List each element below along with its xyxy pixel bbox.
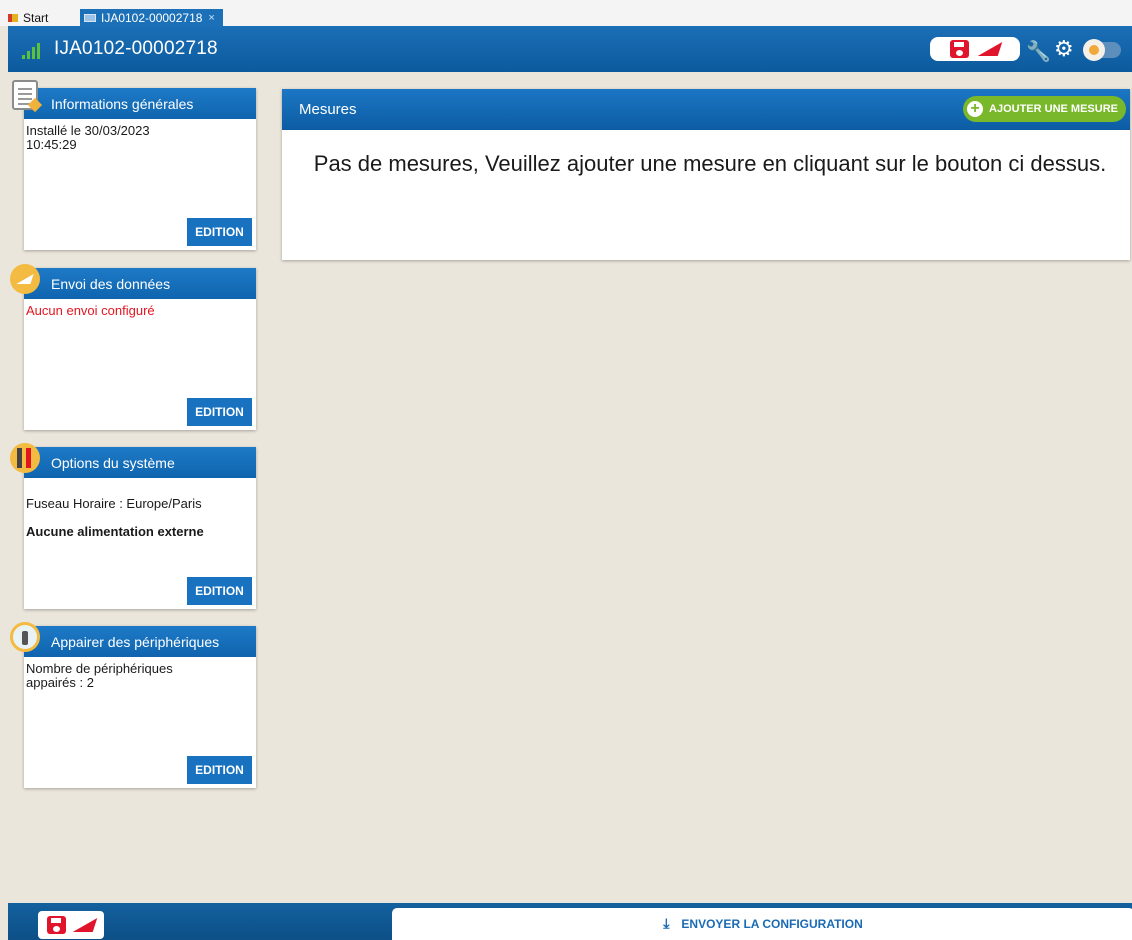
close-icon[interactable]: ×	[208, 12, 214, 24]
send-icon[interactable]	[979, 40, 1001, 58]
tab-device[interactable]: IJA0102-00002718 ×	[80, 9, 223, 26]
paired-count-text: Nombre de périphériques appairés : 2	[26, 661, 173, 690]
measures-title: Mesures	[299, 101, 357, 118]
footer-actions	[38, 911, 104, 939]
edit-button-general[interactable]: EDITION	[187, 218, 252, 246]
card-title: Informations générales	[24, 88, 256, 119]
install-date: Installé le 30/03/2023 10:45:29	[26, 123, 150, 152]
download-icon: ⤓	[663, 916, 670, 932]
signal-icon	[22, 43, 44, 59]
header-actions	[930, 37, 1020, 61]
page-title: IJA0102-00002718	[54, 38, 218, 59]
add-measure-label: AJOUTER UNE MESURE	[989, 103, 1118, 115]
measures-header: Mesures + AJOUTER UNE MESURE	[282, 89, 1130, 130]
gear-icon[interactable]: ⚙	[1054, 37, 1074, 62]
card-title: Envoi des données	[24, 268, 256, 299]
edit-button-sending[interactable]: EDITION	[187, 398, 252, 426]
card-system-options: Options du système Fuseau Horaire : Euro…	[10, 443, 256, 609]
timezone-text: Fuseau Horaire : Europe/Paris	[26, 496, 202, 511]
send-icon	[10, 264, 40, 294]
edit-button-pairing[interactable]: EDITION	[187, 756, 252, 784]
card-title: Options du système	[24, 447, 256, 478]
footer-bar: ⤓ ENVOYER LA CONFIGURATION	[8, 903, 1132, 940]
save-icon[interactable]	[949, 40, 969, 58]
empty-message: Pas de mesures, Veuillez ajouter une mes…	[313, 151, 1107, 176]
measures-panel: Mesures + AJOUTER UNE MESURE Pas de mesu…	[282, 89, 1130, 260]
card-general-info: Informations générales Installé le 30/03…	[12, 80, 256, 250]
app-header: IJA0102-00002718 🔧 ⚙	[8, 26, 1132, 72]
power-status-text: Aucune alimentation externe	[26, 524, 204, 539]
send-icon[interactable]	[74, 916, 96, 934]
edit-button-system[interactable]: EDITION	[187, 577, 252, 605]
plus-icon: +	[967, 101, 984, 117]
toggle-switch[interactable]	[1083, 39, 1121, 61]
card-pairing: Appairer des périphériques Nombre de pér…	[10, 622, 256, 788]
device-icon	[84, 13, 96, 22]
tools-icon	[10, 443, 40, 473]
send-configuration-label: ENVOYER LA CONFIGURATION	[681, 917, 863, 931]
toggle-knob	[1083, 39, 1105, 61]
tab-device-label: IJA0102-00002718	[101, 10, 203, 25]
tab-start-label: Start	[23, 10, 49, 25]
save-icon[interactable]	[46, 916, 66, 934]
tab-start[interactable]: Start	[4, 9, 54, 26]
no-sending-alert: Aucun envoi configuré	[26, 303, 155, 318]
send-configuration-button[interactable]: ⤓ ENVOYER LA CONFIGURATION	[392, 908, 1132, 940]
add-measure-button[interactable]: + AJOUTER UNE MESURE	[963, 96, 1126, 122]
clipboard-icon	[12, 80, 38, 110]
pairing-icon	[10, 622, 40, 652]
card-title: Appairer des périphériques	[24, 626, 256, 657]
card-data-sending: Envoi des données Aucun envoi configuré …	[10, 264, 256, 430]
start-icon	[8, 13, 18, 22]
tab-strip: Start IJA0102-00002718 ×	[0, 0, 1132, 26]
wrench-icon[interactable]: 🔧	[1026, 39, 1051, 63]
